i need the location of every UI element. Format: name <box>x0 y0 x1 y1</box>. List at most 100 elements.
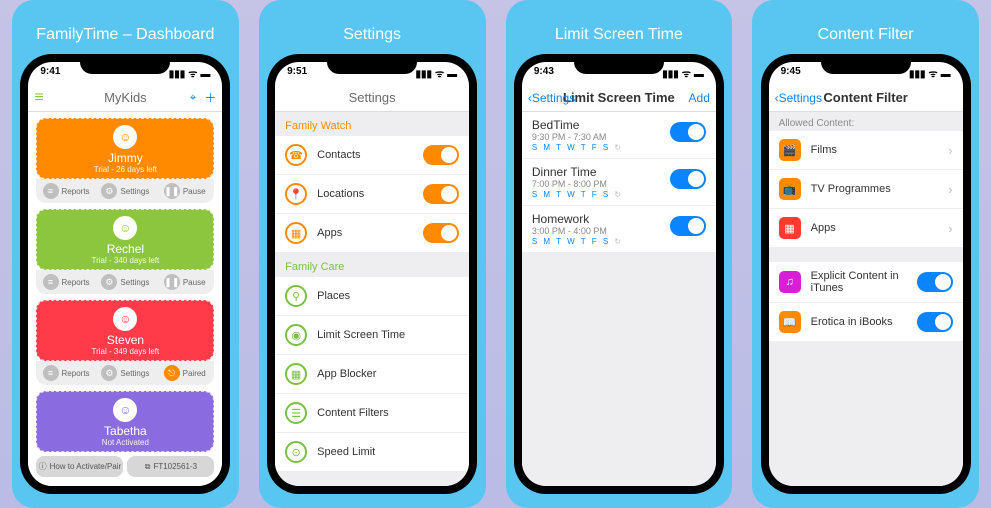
wifi-icon: ᯤ <box>188 69 197 80</box>
caption: FamilyTime – Dashboard <box>36 26 214 44</box>
filter-list[interactable]: Allowed Content: 🎬 Films › 📺 TV Programm… <box>769 112 963 486</box>
filter-row[interactable]: 📖 Erotica in iBooks <box>769 303 963 342</box>
back-button[interactable]: ‹Settings <box>528 91 575 105</box>
filter-row[interactable]: 📺 TV Programmes › <box>769 170 963 209</box>
filter-row[interactable]: ♫ Explicit Content in iTunes <box>769 262 963 303</box>
location-icon[interactable]: ⌖ <box>190 90 197 105</box>
screen: 9:41 ▮▮▮ᯤ▬ ≡ MyKids ⌖ ＋ ☺ Jimmy Trial - … <box>28 62 222 486</box>
screenshot-limit: Limit Screen Time 9:43 ▮▮▮ᯤ▬ ‹Settings L… <box>506 0 733 508</box>
row-label: Locations <box>317 188 413 200</box>
status-time: 9:43 <box>534 66 554 77</box>
pause-icon: ❚❚ <box>164 274 180 290</box>
screenshot-settings: Settings 9:51 ▮▮▮ᯤ▬ Settings Family Watc… <box>259 0 486 508</box>
limit-row[interactable]: Dinner Time 7:00 PM - 8:00 PM S M T W T … <box>522 159 716 206</box>
row-label: App Blocker <box>317 368 459 380</box>
pause-button[interactable]: ❚❚Pause <box>155 270 214 294</box>
filter-row[interactable]: 🎬 Films › <box>769 131 963 170</box>
reports-icon: ≡ <box>43 365 59 381</box>
status-icons: ▮▮▮ᯤ▬ <box>906 66 951 80</box>
kid-card[interactable]: ☺ Rechel Trial - 340 days left <box>36 209 214 270</box>
nav-title: MyKids <box>104 90 147 105</box>
kid-card[interactable]: ☺ Tabetha Not Activated <box>36 391 214 452</box>
battery-icon: ▬ <box>694 69 704 80</box>
status-time: 9:41 <box>40 66 60 77</box>
notch <box>821 54 911 74</box>
toggle[interactable] <box>670 122 706 142</box>
settings-row[interactable]: ◉ Limit Screen Time <box>275 316 469 355</box>
reports-button[interactable]: ≡Reports <box>36 179 95 203</box>
add-button[interactable]: ＋ <box>204 89 216 106</box>
status-icons: ▮▮▮ᯤ▬ <box>412 66 457 80</box>
avatar-icon: ☺ <box>113 125 137 149</box>
gear-icon: ⚙ <box>101 274 117 290</box>
reports-button[interactable]: ≡Reports <box>36 361 95 385</box>
status-time: 9:45 <box>781 66 801 77</box>
screen: 9:43 ▮▮▮ᯤ▬ ‹Settings Limit Screen Time A… <box>522 62 716 486</box>
settings-row[interactable]: ☰ Content Filters <box>275 394 469 433</box>
limits-list[interactable]: BedTime 9:30 PM - 7:30 AM S M T W T F S … <box>522 112 716 486</box>
toggle[interactable] <box>423 223 459 243</box>
kids-list[interactable]: ☺ Jimmy Trial - 26 days left ≡Reports ⚙S… <box>28 112 222 486</box>
row-label: Speed Limit <box>317 446 459 458</box>
toggle[interactable] <box>670 216 706 236</box>
kid-status: Trial - 340 days left <box>37 256 213 265</box>
settings-row[interactable]: ⊙ Speed Limit <box>275 433 469 472</box>
row-label: Apps <box>811 222 939 234</box>
repeat-icon: ↻ <box>614 190 623 199</box>
row-icon: 📖 <box>779 311 801 333</box>
kid-name: Jimmy <box>37 151 213 165</box>
pause-button[interactable]: ❚❚Pause <box>155 179 214 203</box>
section-header: Family Care <box>275 253 469 277</box>
navbar: ‹Settings Content Filter <box>769 84 963 112</box>
settings-row[interactable]: ⚲ Places <box>275 277 469 316</box>
nav-title: Settings <box>349 90 396 105</box>
add-button[interactable]: Add <box>689 91 710 105</box>
kid-actions: ≡Reports ⚙Settings ❚❚Pause <box>36 270 214 294</box>
reports-button[interactable]: ≡Reports <box>36 270 95 294</box>
settings-button[interactable]: ⚙Settings <box>96 179 155 203</box>
reports-icon: ≡ <box>43 274 59 290</box>
pause-button[interactable]: ⎋Paired <box>155 361 214 385</box>
row-icon: 🎬 <box>779 139 801 161</box>
limit-days: S M T W T F S ↻ <box>532 237 706 246</box>
row-icon: ⊙ <box>285 441 307 463</box>
settings-row[interactable]: 📍 Locations <box>275 175 469 214</box>
toggle[interactable] <box>917 312 953 332</box>
footer-strip: ⓘHow to Activate/Pair ⧉FT102561-3 <box>36 456 214 477</box>
settings-list[interactable]: Family Watch ☎ Contacts 📍 Locations ▦ Ap… <box>275 112 469 486</box>
family-code[interactable]: ⧉FT102561-3 <box>127 456 214 477</box>
settings-row[interactable]: ▦ Apps <box>275 214 469 253</box>
kid-card[interactable]: ☺ Jimmy Trial - 26 days left <box>36 118 214 179</box>
repeat-icon: ↻ <box>614 237 623 246</box>
row-icon: ♫ <box>779 271 801 293</box>
nav-right: ⌖ ＋ <box>190 89 217 106</box>
row-icon: ☰ <box>285 402 307 424</box>
row-label: Apps <box>317 227 413 239</box>
caption: Content Filter <box>818 26 914 44</box>
screenshot-dashboard: FamilyTime – Dashboard 9:41 ▮▮▮ᯤ▬ ≡ MyKi… <box>12 0 239 508</box>
activate-button[interactable]: ⓘHow to Activate/Pair <box>36 456 123 477</box>
back-button[interactable]: ‹Settings <box>775 91 822 105</box>
phone-frame: 9:51 ▮▮▮ᯤ▬ Settings Family Watch ☎ Conta… <box>267 54 477 494</box>
limit-row[interactable]: BedTime 9:30 PM - 7:30 AM S M T W T F S … <box>522 112 716 159</box>
kid-card[interactable]: ☺ Steven Trial - 349 days left <box>36 300 214 361</box>
row-icon: ⚲ <box>285 285 307 307</box>
wifi-icon: ᯤ <box>435 69 444 80</box>
row-icon: ◉ <box>285 324 307 346</box>
toggle[interactable] <box>917 272 953 292</box>
toggle[interactable] <box>423 184 459 204</box>
toggle[interactable] <box>423 145 459 165</box>
menu-button[interactable]: ≡ <box>34 89 43 107</box>
toggle[interactable] <box>670 169 706 189</box>
screen: 9:51 ▮▮▮ᯤ▬ Settings Family Watch ☎ Conta… <box>275 62 469 486</box>
filter-row[interactable]: ▦ Apps › <box>769 209 963 248</box>
settings-button[interactable]: ⚙Settings <box>96 361 155 385</box>
signal-icon: ▮▮▮ <box>169 69 186 80</box>
settings-button[interactable]: ⚙Settings <box>96 270 155 294</box>
row-icon: ▦ <box>285 363 307 385</box>
kid-actions: ≡Reports ⚙Settings ❚❚Pause <box>36 179 214 203</box>
settings-row[interactable]: ☎ Contacts <box>275 136 469 175</box>
settings-row[interactable]: ▦ App Blocker <box>275 355 469 394</box>
notch <box>327 54 417 74</box>
limit-row[interactable]: Homework 3:00 PM - 4:00 PM S M T W T F S… <box>522 206 716 253</box>
